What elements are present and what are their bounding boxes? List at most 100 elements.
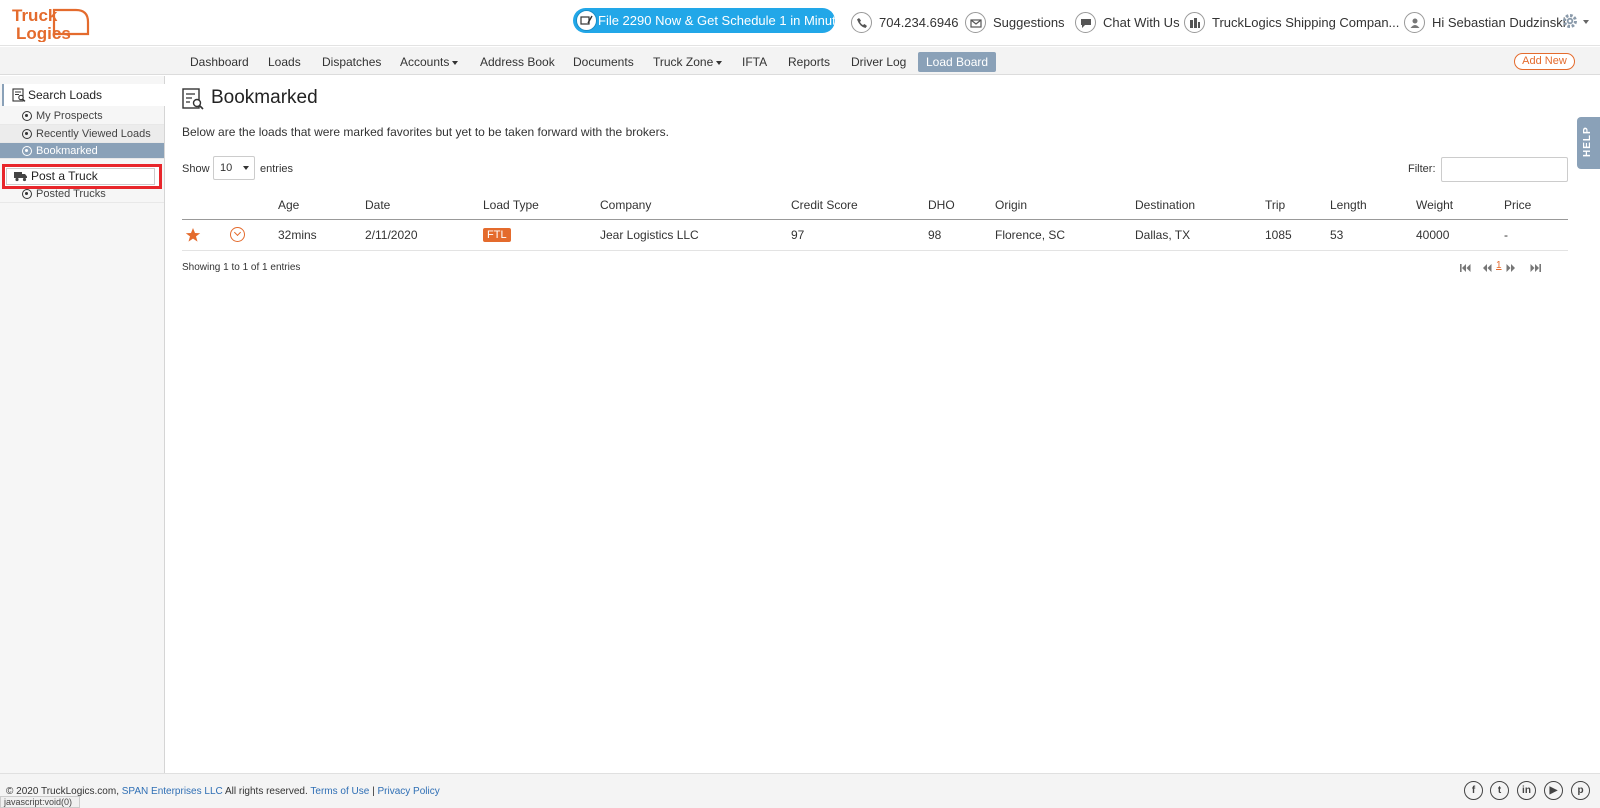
column-header-weight[interactable]: Weight [1416, 192, 1504, 220]
sidebar-item-label: Bookmarked [36, 145, 98, 157]
table-header-row: Age Date Load Type Company Credit Score … [182, 192, 1568, 220]
nav-dispatches[interactable]: Dispatches [322, 53, 381, 71]
cell-origin: Florence, SC [995, 219, 1135, 251]
phone-link[interactable]: 704.234.6946 [851, 12, 959, 34]
nav-dashboard[interactable]: Dashboard [190, 53, 249, 71]
nav-address-book[interactable]: Address Book [480, 53, 555, 71]
nav-documents[interactable]: Documents [573, 53, 634, 71]
nav-driver-log[interactable]: Driver Log [851, 53, 906, 71]
page-number-current[interactable]: 1 [1496, 259, 1502, 273]
footer-separator: | [372, 786, 375, 797]
suggestions-label: Suggestions [993, 15, 1065, 30]
cell-price: - [1504, 219, 1568, 251]
promo-text: File 2290 Now & Get Schedule 1 in Minute… [598, 13, 835, 28]
help-label: HELP [1582, 126, 1593, 157]
bullet-icon [22, 189, 32, 199]
nav-truck-zone[interactable]: Truck Zone [653, 53, 723, 71]
nav-accounts[interactable]: Accounts [400, 53, 459, 71]
previous-page-icon[interactable] [1482, 261, 1492, 275]
last-page-icon[interactable] [1530, 261, 1541, 275]
post-truck-inner-border [6, 168, 155, 185]
privacy-policy-link[interactable]: Privacy Policy [377, 786, 439, 797]
column-header-age[interactable]: Age [278, 192, 365, 220]
filter-input[interactable] [1441, 157, 1568, 182]
chat-link[interactable]: Chat With Us [1075, 12, 1180, 34]
column-header-price[interactable]: Price [1504, 192, 1568, 220]
nav-reports[interactable]: Reports [788, 53, 830, 71]
sidebar-item-posted-trucks[interactable]: Posted Trucks [0, 185, 164, 203]
first-page-icon[interactable] [1460, 261, 1471, 275]
sidebar-item-recently-viewed[interactable]: Recently Viewed Loads [0, 125, 164, 143]
filter-label: Filter: [1408, 163, 1436, 175]
settings-caret-icon[interactable] [1583, 20, 1589, 24]
cell-age: 32mins [278, 219, 365, 251]
entries-per-page-value: 10 [220, 162, 233, 174]
cell-weight: 40000 [1416, 219, 1504, 251]
company-name: TruckLogics Shipping Compan... [1212, 15, 1400, 30]
column-header-trip[interactable]: Trip [1265, 192, 1330, 220]
chat-label: Chat With Us [1103, 15, 1180, 30]
next-page-icon[interactable] [1506, 261, 1516, 275]
file-2290-promo-button[interactable]: File 2290 Now & Get Schedule 1 in Minute… [573, 8, 835, 33]
cell-length: 53 [1330, 219, 1416, 251]
cell-company: Jear Logistics LLC [600, 219, 791, 251]
linkedin-icon[interactable]: in [1517, 781, 1536, 800]
table-row[interactable]: 32mins 2/11/2020 FTL Jear Logistics LLC … [182, 219, 1568, 251]
expand-cell [230, 219, 278, 251]
chat-icon [1075, 12, 1096, 33]
page-title: Bookmarked [211, 87, 318, 108]
bullet-icon [22, 146, 32, 156]
gear-icon[interactable] [1561, 12, 1579, 30]
facebook-icon[interactable]: f [1464, 781, 1483, 800]
nav-ifta[interactable]: IFTA [742, 53, 767, 71]
user-avatar-icon [1404, 12, 1425, 33]
youtube-icon[interactable]: ▶ [1544, 781, 1563, 800]
envelope-icon [965, 12, 986, 33]
column-header-date[interactable]: Date [365, 192, 483, 220]
add-new-button[interactable]: Add New [1514, 53, 1575, 70]
pinterest-icon[interactable]: p [1571, 781, 1590, 800]
sidebar-item-bookmarked[interactable]: Bookmarked [0, 143, 164, 159]
suggestions-link[interactable]: Suggestions [965, 12, 1065, 34]
entries-per-page-select[interactable]: 10 [213, 156, 255, 180]
nav-accounts-label: Accounts [400, 55, 450, 69]
company-switcher[interactable]: TruckLogics Shipping Compan... [1184, 12, 1399, 34]
main-content: Bookmarked Below are the loads that were… [165, 76, 1600, 773]
bullet-icon [22, 129, 32, 139]
chevron-down-circle-icon[interactable] [230, 227, 245, 243]
caret-down-icon [716, 60, 723, 65]
column-header-company[interactable]: Company [600, 192, 791, 220]
sidebar-item-my-prospects[interactable]: My Prospects [0, 107, 164, 125]
form-2290-icon [576, 10, 597, 31]
main-nav: Dashboard Loads Dispatches Accounts Addr… [0, 47, 1600, 75]
sidebar: Search Loads My Prospects Recently Viewe… [0, 76, 165, 773]
column-header-destination[interactable]: Destination [1135, 192, 1265, 220]
cell-trip: 1085 [1265, 219, 1330, 251]
span-enterprises-link[interactable]: SPAN Enterprises LLC [122, 786, 223, 797]
column-header-credit-score[interactable]: Credit Score [791, 192, 928, 220]
column-header-origin[interactable]: Origin [995, 192, 1135, 220]
user-menu[interactable]: Hi Sebastian Dudzinski [1404, 12, 1566, 34]
sidebar-item-search-loads[interactable]: Search Loads [2, 84, 165, 106]
help-tab[interactable]: HELP [1577, 117, 1600, 169]
bookmark-cell [182, 219, 230, 251]
phone-icon [851, 12, 872, 33]
column-header-length[interactable]: Length [1330, 192, 1416, 220]
twitter-icon[interactable]: t [1490, 781, 1509, 800]
column-header-dho[interactable]: DHO [928, 192, 995, 220]
sidebar-item-label: My Prospects [36, 110, 103, 122]
column-header-actions [230, 192, 278, 220]
terms-of-use-link[interactable]: Terms of Use [310, 786, 369, 797]
star-icon[interactable] [185, 227, 201, 243]
sidebar-item-label: Search Loads [28, 88, 103, 102]
load-type-badge: FTL [483, 228, 511, 242]
sidebar-item-label: Recently Viewed Loads [36, 128, 151, 140]
pagination: 1 [1460, 259, 1572, 273]
cell-destination: Dallas, TX [1135, 219, 1265, 251]
cell-credit-score: 97 [791, 219, 928, 251]
nav-loads[interactable]: Loads [268, 53, 301, 71]
column-header-load-type[interactable]: Load Type [483, 192, 600, 220]
trucklogics-logo[interactable]: Truck Logics [10, 4, 94, 43]
top-header: Truck Logics File 2290 Now & Get Schedul… [0, 0, 1600, 46]
nav-load-board[interactable]: Load Board [918, 52, 997, 72]
